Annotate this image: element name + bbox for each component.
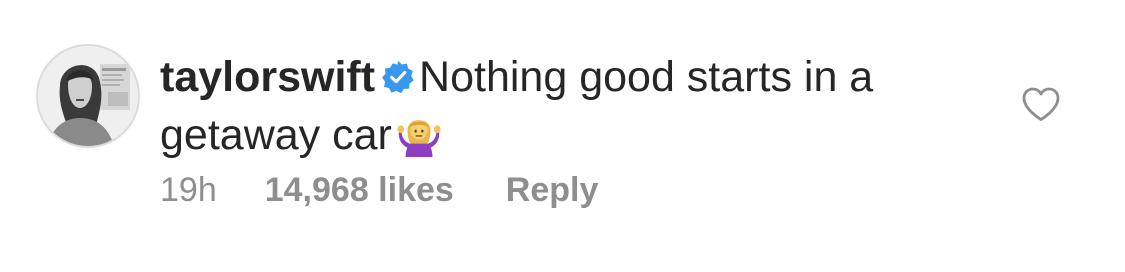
comment-row: taylorswift Nothing good starts in a get… — [0, 0, 1125, 272]
timestamp[interactable]: 19h — [160, 171, 217, 209]
comment-meta: 19h 14,968 likes Reply — [160, 168, 598, 212]
comment-text: taylorswift Nothing good starts in a get… — [160, 48, 950, 164]
heart-outline-icon[interactable] — [1021, 86, 1061, 122]
person-shrugging-emoji — [397, 120, 441, 157]
username-link[interactable]: taylorswift — [160, 53, 375, 101]
comment-text-line1: Nothing good starts in a — [419, 53, 874, 101]
likes-count-link[interactable]: 14,968 likes — [265, 171, 454, 209]
comment-text-line2: getaway car — [160, 111, 392, 159]
avatar[interactable] — [36, 44, 140, 148]
reply-button[interactable]: Reply — [506, 171, 599, 209]
verified-badge-icon — [382, 60, 414, 94]
avatar-image — [38, 46, 138, 146]
